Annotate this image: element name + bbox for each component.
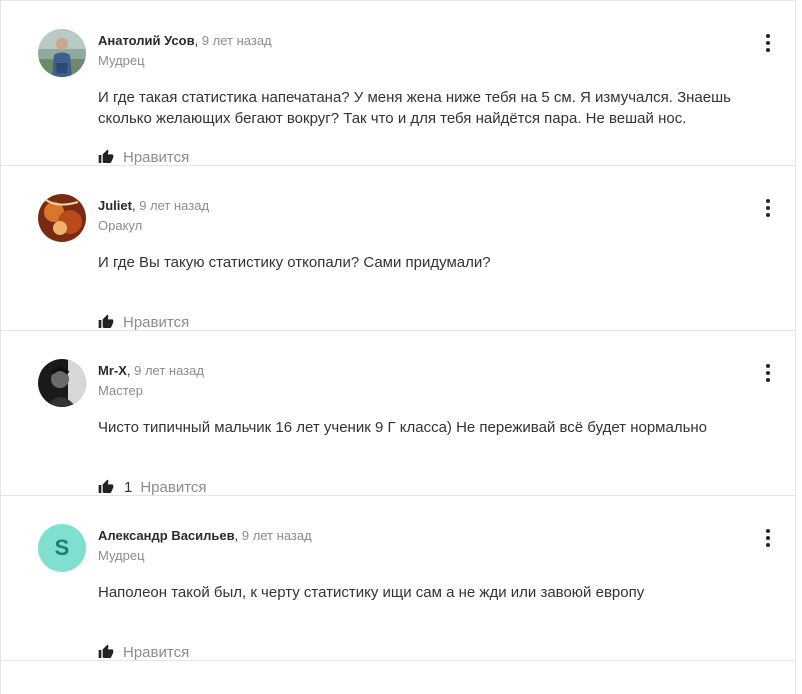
answer-text: Чисто типичный мальчик 16 лет ученик 9 Г… (98, 419, 708, 436)
avatar[interactable] (38, 359, 86, 407)
author-line: Анатолий Усов, 9 лет назад (98, 33, 272, 48)
answer-time: 9 лет назад (134, 363, 204, 378)
author-rank: Мудрец (98, 53, 145, 68)
avatar[interactable] (38, 194, 86, 242)
answer-item: Анатолий Усов, 9 лет назад Мудрец И где … (1, 1, 795, 166)
answer-item: S Александр Васильев, 9 лет назад Мудрец… (1, 496, 795, 661)
thumbs-up-icon (98, 313, 116, 331)
avatar-letter: S (54, 535, 70, 560)
answer-item: Juliet, 9 лет назад Оракул И где Вы таку… (1, 166, 795, 331)
more-vertical-icon (766, 364, 770, 368)
like-label: Нравится (123, 313, 190, 331)
author-rank: Мастер (98, 383, 143, 398)
answer-time: 9 лет назад (241, 528, 312, 543)
more-vertical-icon (766, 529, 770, 533)
like-label: Нравится (140, 478, 207, 496)
answer-text: И где такая статистика напечатана? У мен… (98, 89, 731, 127)
author-line: Mr-X, 9 лет назад (98, 363, 204, 378)
more-vertical-icon (766, 34, 770, 38)
author-rank: Оракул (98, 218, 143, 233)
like-label: Нравится (123, 643, 190, 661)
thumbs-up-icon (98, 148, 116, 166)
more-options-button[interactable] (758, 196, 778, 220)
author-rank: Мудрец (98, 548, 145, 563)
author-name[interactable]: Александр Васильев (98, 528, 235, 543)
author-line: Александр Васильев, 9 лет назад (98, 528, 312, 543)
like-button[interactable]: Нравится (98, 146, 189, 168)
author-name[interactable]: Mr-X (98, 363, 127, 378)
answer-item: Mr-X, 9 лет назад Мастер Чисто типичный … (1, 331, 795, 496)
like-label: Нравится (123, 148, 190, 166)
like-count: 1 (124, 478, 133, 496)
answer-time: 9 лет назад (139, 198, 210, 213)
more-options-button[interactable] (758, 31, 778, 55)
avatar[interactable] (38, 29, 86, 77)
thumbs-up-icon (98, 478, 116, 496)
answer-text: И где Вы такую статистику откопали? Сами… (98, 254, 491, 271)
like-button[interactable]: Нравится (98, 311, 189, 333)
more-vertical-icon (766, 199, 770, 203)
more-options-button[interactable] (758, 361, 778, 385)
author-name[interactable]: Juliet (98, 198, 132, 213)
like-button[interactable]: 1 Нравится (98, 476, 207, 498)
answer-text: Наполеон такой был, к черту статистику и… (98, 584, 645, 601)
author-line: Juliet, 9 лет назад (98, 198, 210, 213)
answer-time: 9 лет назад (201, 33, 272, 48)
answers-list: Анатолий Усов, 9 лет назад Мудрец И где … (0, 0, 796, 694)
more-options-button[interactable] (758, 526, 778, 550)
author-name[interactable]: Анатолий Усов (98, 33, 195, 48)
like-button[interactable]: Нравится (98, 641, 189, 663)
thumbs-up-icon (98, 643, 116, 661)
avatar[interactable]: S (38, 524, 86, 572)
